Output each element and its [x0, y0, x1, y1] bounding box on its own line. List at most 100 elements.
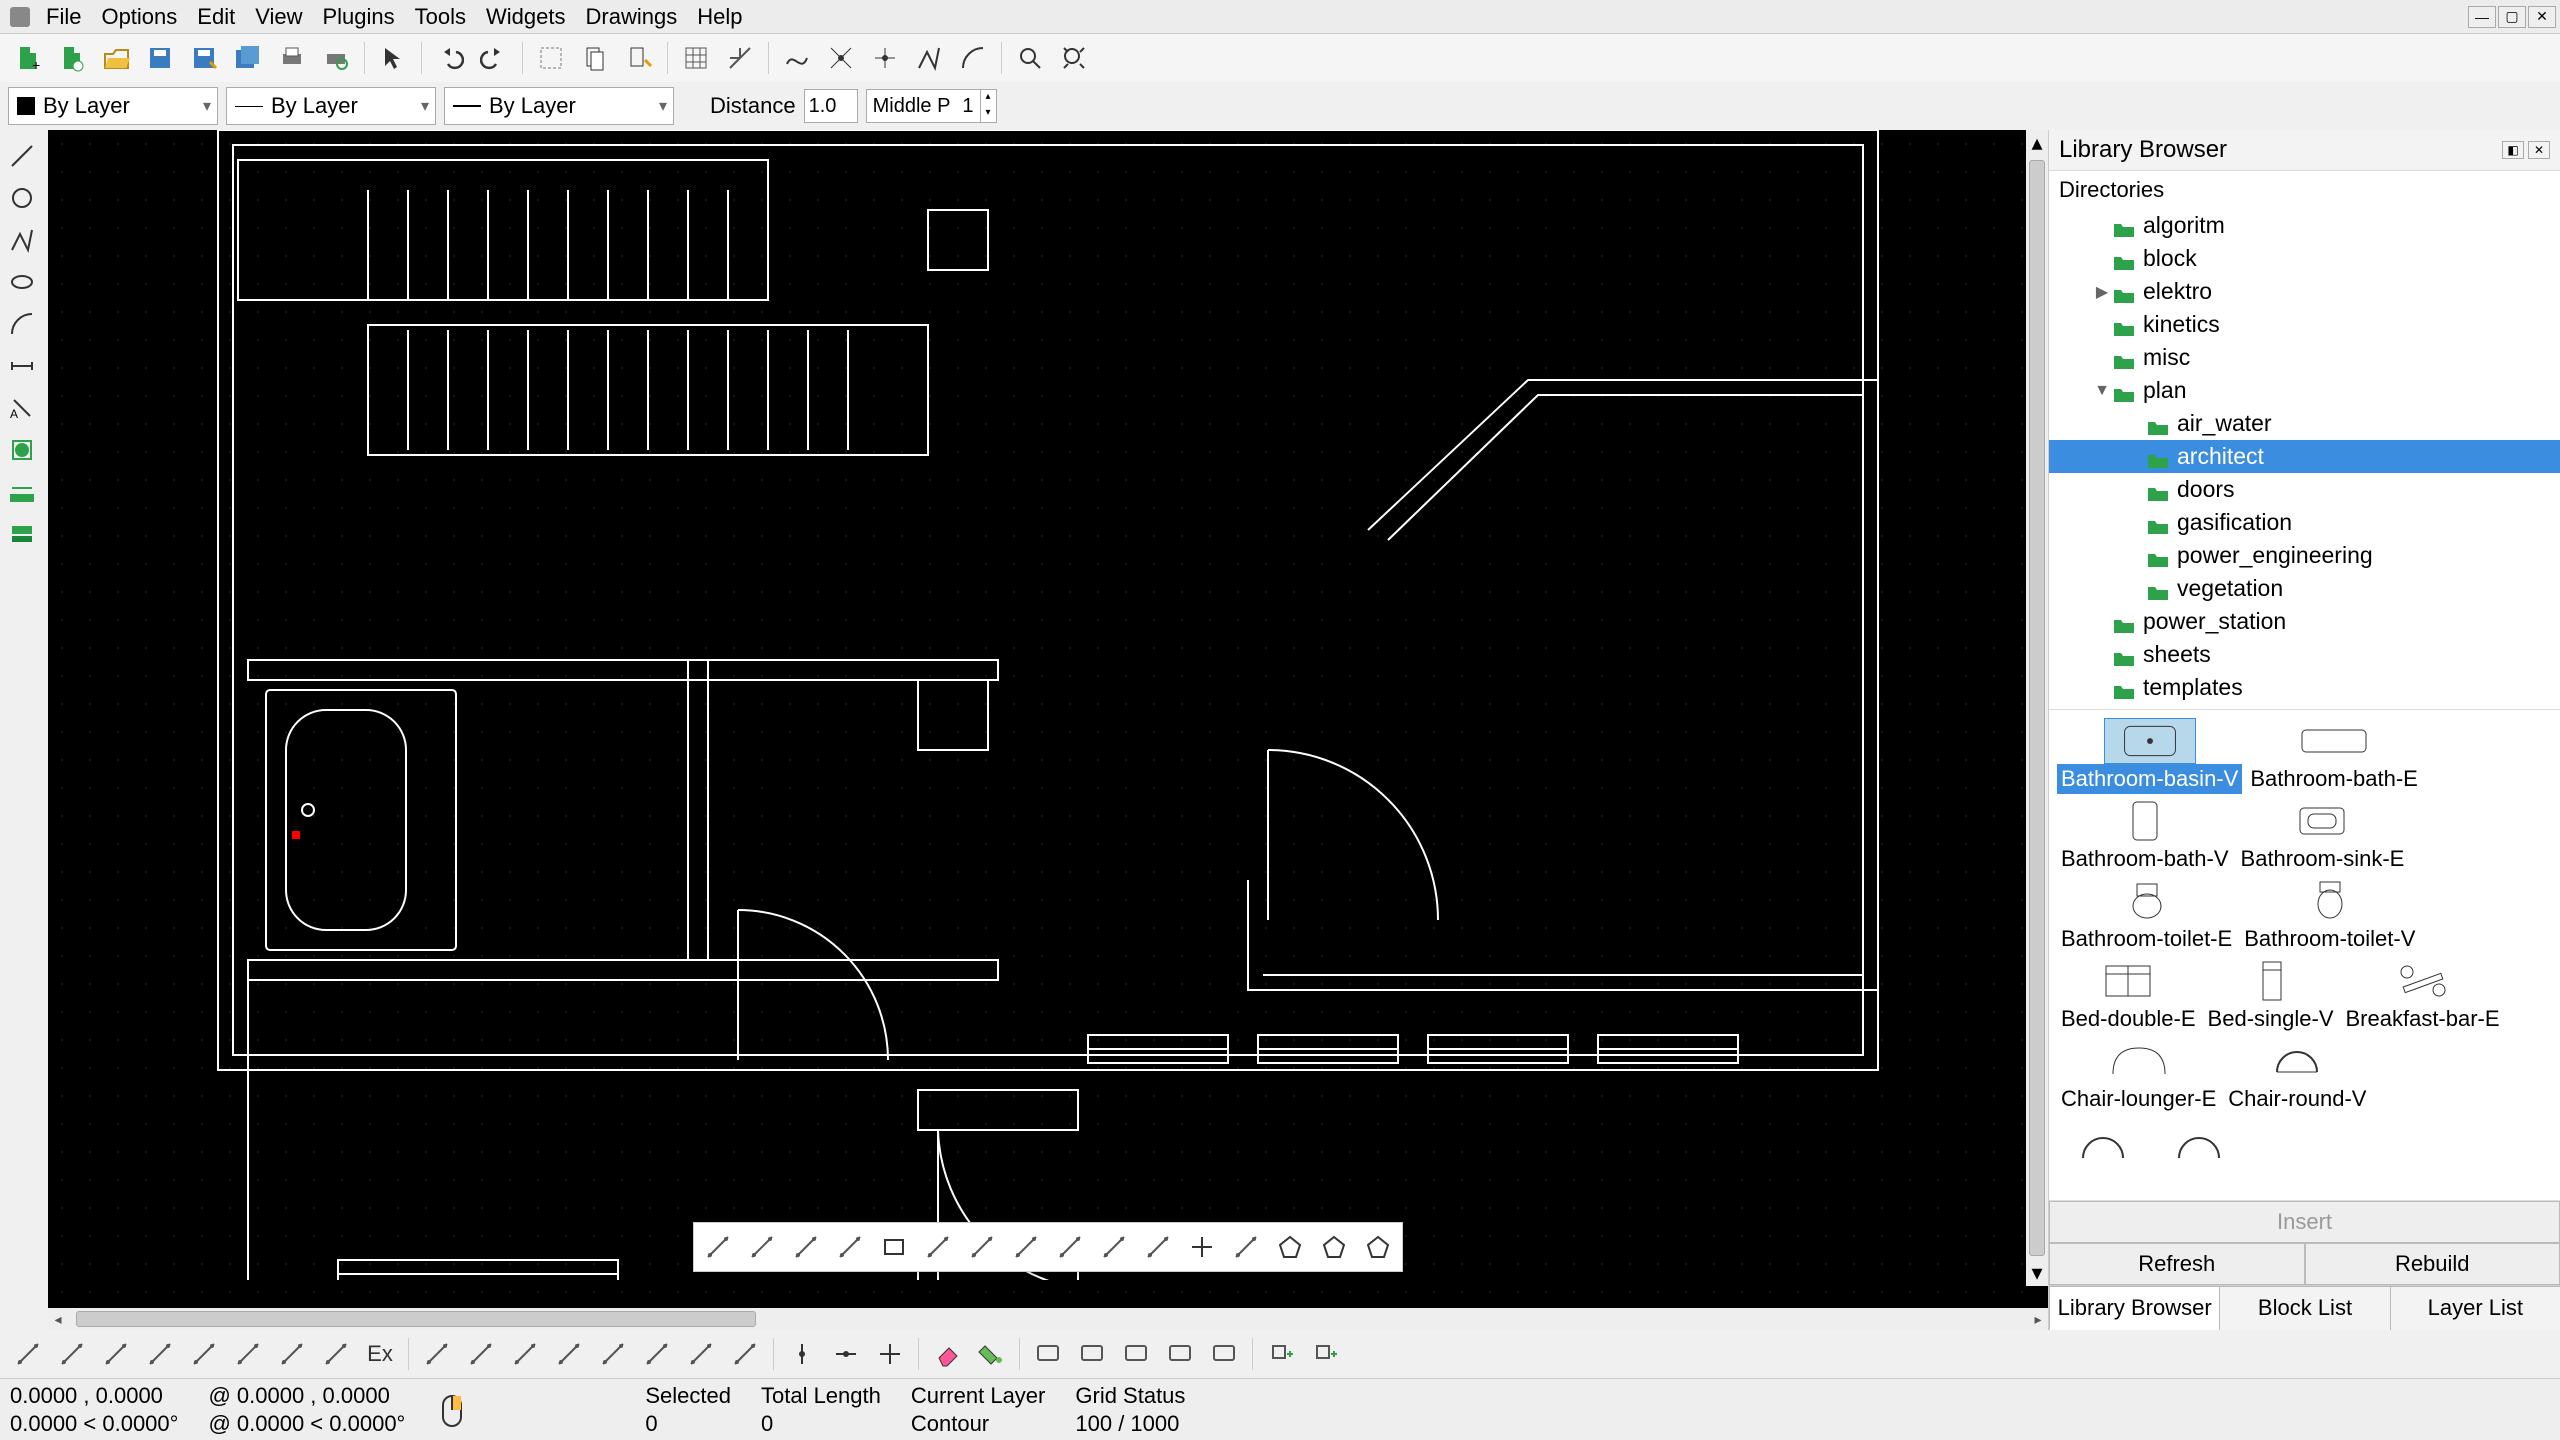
tree-item-block[interactable]: block: [2049, 242, 2560, 275]
toolbar-redo-icon[interactable]: [474, 38, 514, 78]
toolbar-arc-icon[interactable]: [953, 38, 993, 78]
block-item-Bathroom-toilet-V[interactable]: Bathroom-toilet-V: [2240, 878, 2419, 954]
snap-screen1-icon[interactable]: [1028, 1334, 1068, 1374]
line-tool-l5-icon[interactable]: [918, 1227, 958, 1267]
block-item-Bathroom-sink-E[interactable]: Bathroom-sink-E: [2237, 798, 2409, 874]
snap-grid2-icon[interactable]: [461, 1334, 501, 1374]
block-item-Chair-round-V[interactable]: Chair-round-V: [2224, 1038, 2370, 1114]
snap-arrow-icon[interactable]: [316, 1334, 356, 1374]
snap-plus2-icon[interactable]: [1305, 1334, 1345, 1374]
snap-dim-h-icon[interactable]: [184, 1334, 224, 1374]
refresh-button[interactable]: Refresh: [2049, 1243, 2305, 1285]
menu-widgets[interactable]: Widgets: [476, 0, 575, 34]
snap-angle-icon[interactable]: [96, 1334, 136, 1374]
tool-dim4-icon[interactable]: [2, 514, 42, 554]
line-tool-l4-icon[interactable]: [830, 1227, 870, 1267]
chevron-down-icon[interactable]: ▾: [980, 106, 996, 122]
line-tool-c1-icon[interactable]: [1094, 1227, 1134, 1267]
tab-library-browser[interactable]: Library Browser: [2049, 1286, 2220, 1331]
tool-line-icon[interactable]: [2, 136, 42, 176]
snap-screen3-icon[interactable]: [1116, 1334, 1156, 1374]
panel-float-icon[interactable]: ◧: [2502, 141, 2524, 159]
snap-plus1-icon[interactable]: [1261, 1334, 1301, 1374]
toolbar-file-saveas-icon[interactable]: [184, 38, 224, 78]
panel-close-icon[interactable]: ✕: [2528, 141, 2550, 159]
block-grid[interactable]: Bathroom-basin-VBathroom-bath-EBathroom-…: [2049, 709, 2560, 1200]
toolbar-cursor-icon[interactable]: [373, 38, 413, 78]
snap-grid1-icon[interactable]: [417, 1334, 457, 1374]
toolbar-iso-icon[interactable]: [720, 38, 760, 78]
scroll-down-icon[interactable]: ▾: [2031, 1260, 2042, 1286]
snap-snap6-icon[interactable]: [725, 1334, 765, 1374]
tree-item-gasification[interactable]: gasification: [2049, 506, 2560, 539]
tool-dim3-icon[interactable]: [2, 472, 42, 512]
toolbar-copy-region-icon[interactable]: [575, 38, 615, 78]
scroll-left-icon[interactable]: ◂: [48, 1311, 68, 1328]
scroll-up-icon[interactable]: ▴: [2031, 130, 2042, 156]
tree-item-doors[interactable]: doors: [2049, 473, 2560, 506]
tree-item-air_water[interactable]: air_water: [2049, 407, 2560, 440]
tool-hatch-icon[interactable]: [2, 430, 42, 470]
insert-button[interactable]: Insert: [2049, 1201, 2560, 1243]
snap-screen5-icon[interactable]: [1204, 1334, 1244, 1374]
directory-tree[interactable]: algoritmblock▶elektrokineticsmisc▼planai…: [2049, 209, 2560, 709]
snap-screen2-icon[interactable]: [1072, 1334, 1112, 1374]
tree-item-kinetics[interactable]: kinetics: [2049, 308, 2560, 341]
tool-dim-icon[interactable]: [2, 346, 42, 386]
rebuild-button[interactable]: Rebuild: [2305, 1243, 2560, 1285]
toolbar-cut-region-icon[interactable]: [531, 38, 571, 78]
snap-layer-icon[interactable]: [8, 1334, 48, 1374]
snap-dim-v-icon[interactable]: [140, 1334, 180, 1374]
block-item-Bed-double-E[interactable]: Bed-double-E: [2057, 958, 2200, 1034]
chevron-right-icon[interactable]: ▶: [2091, 282, 2113, 302]
line-tool-l3-icon[interactable]: [786, 1227, 826, 1267]
toolbar-print-preview-icon[interactable]: [316, 38, 356, 78]
distance-input[interactable]: [804, 89, 858, 123]
layer-linetype-select[interactable]: By Layer ▾: [444, 87, 674, 125]
tool-circle-icon[interactable]: [2, 178, 42, 218]
vertical-scrollbar[interactable]: ▴ ▾: [2026, 130, 2048, 1286]
menu-help[interactable]: Help: [687, 0, 752, 34]
tree-item-vegetation[interactable]: vegetation: [2049, 572, 2560, 605]
snap-lock1-icon[interactable]: [782, 1334, 822, 1374]
tab-block-list[interactable]: Block List: [2219, 1286, 2390, 1331]
snap-dim-a-icon[interactable]: [228, 1334, 268, 1374]
toolbar-polyline-icon[interactable]: [821, 38, 861, 78]
toolbar-freehand-icon[interactable]: [777, 38, 817, 78]
toolbar-print-icon[interactable]: [272, 38, 312, 78]
toolbar-polyline2-icon[interactable]: [865, 38, 905, 78]
chevron-down-icon[interactable]: ▼: [2091, 382, 2113, 400]
line-tool-l1-icon[interactable]: [698, 1227, 738, 1267]
menu-options[interactable]: Options: [91, 0, 187, 34]
block-item-Bathroom-toilet-E[interactable]: Bathroom-toilet-E: [2057, 878, 2236, 954]
toolbar-grid-icon[interactable]: [676, 38, 716, 78]
line-tool-l9-icon[interactable]: [1226, 1227, 1266, 1267]
toolbar-undo-icon[interactable]: [430, 38, 470, 78]
block-item-Chair-lounger-E[interactable]: Chair-lounger-E: [2057, 1038, 2220, 1114]
tab-layer-list[interactable]: Layer List: [2390, 1286, 2560, 1331]
tree-item-architect[interactable]: architect: [2049, 440, 2560, 473]
snap-snap3-icon[interactable]: [593, 1334, 633, 1374]
menu-file[interactable]: File: [36, 0, 91, 34]
tool-spline-icon[interactable]: [2, 220, 42, 260]
toolbar-file-new2-icon[interactable]: [52, 38, 92, 78]
layer-color-select[interactable]: By Layer ▾: [8, 87, 218, 125]
tree-item-power_engineering[interactable]: power_engineering: [2049, 539, 2560, 572]
snap-snap1-icon[interactable]: [505, 1334, 545, 1374]
maximize-button[interactable]: ▢: [2498, 6, 2526, 28]
toolbar-spline-icon[interactable]: [909, 38, 949, 78]
snap-lock2-icon[interactable]: [826, 1334, 866, 1374]
tree-item-sheets[interactable]: sheets: [2049, 638, 2560, 671]
block-item-Bathroom-bath-V[interactable]: Bathroom-bath-V: [2057, 798, 2233, 874]
tree-item-misc[interactable]: misc: [2049, 341, 2560, 374]
tree-item-plan[interactable]: ▼plan: [2049, 374, 2560, 407]
snap-erase-icon[interactable]: [927, 1334, 967, 1374]
menu-view[interactable]: View: [245, 0, 312, 34]
tool-arc-icon[interactable]: [2, 304, 42, 344]
line-tool-c2-icon[interactable]: [1138, 1227, 1178, 1267]
tool-ellipse-icon[interactable]: [2, 262, 42, 302]
snap-snap5-icon[interactable]: [681, 1334, 721, 1374]
toolbar-zoom-icon[interactable]: [1010, 38, 1050, 78]
snap-snap2-icon[interactable]: [549, 1334, 589, 1374]
menu-drawings[interactable]: Drawings: [576, 0, 688, 34]
